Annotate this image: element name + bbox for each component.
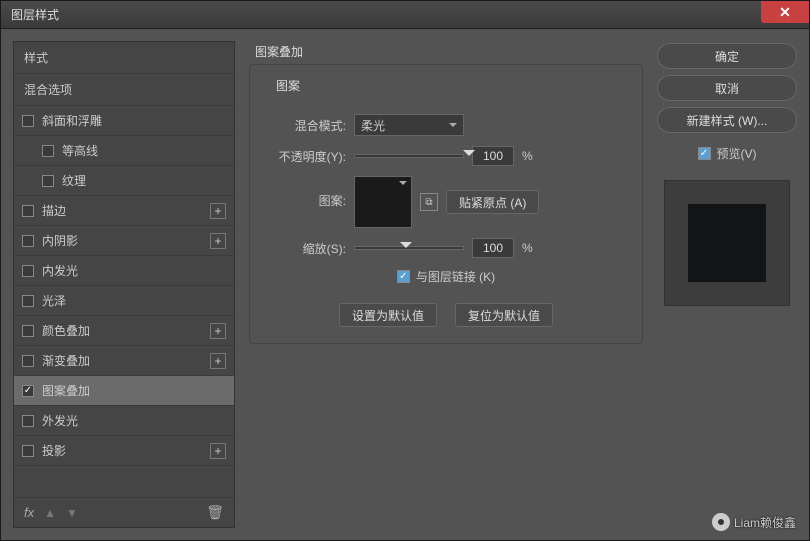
default-buttons-row: 设置为默认值 复位为默认值 xyxy=(266,303,626,327)
titlebar: 图层样式 ✕ xyxy=(1,1,809,29)
sidebar-item-7[interactable]: 颜色叠加 + xyxy=(14,316,234,346)
effect-checkbox[interactable] xyxy=(22,325,34,337)
opacity-knob[interactable] xyxy=(463,150,475,162)
arrow-up-icon[interactable]: ▲ xyxy=(44,506,56,520)
scale-unit: % xyxy=(522,241,533,255)
preview-row: 预览(V) xyxy=(657,145,797,162)
watermark: Liam赖俊鑫 xyxy=(712,513,796,531)
sidebar-item-0[interactable]: 斜面和浮雕 xyxy=(14,106,234,136)
preview-checkbox[interactable] xyxy=(698,147,711,160)
watermark-text: Liam赖俊鑫 xyxy=(734,514,796,531)
blend-mode-value: 柔光 xyxy=(361,117,385,134)
effect-checkbox[interactable] xyxy=(42,175,54,187)
effect-label: 纹理 xyxy=(62,172,86,189)
blend-mode-label: 混合模式: xyxy=(266,117,346,134)
window-title: 图层样式 xyxy=(11,6,59,23)
effect-checkbox[interactable] xyxy=(22,355,34,367)
sidebar-item-6[interactable]: 光泽 xyxy=(14,286,234,316)
preview-swatch xyxy=(688,204,766,282)
panel-title: 图案叠加 xyxy=(255,43,643,60)
effect-checkbox[interactable] xyxy=(42,145,54,157)
sidebar-header-styles[interactable]: 样式 xyxy=(14,42,234,74)
dialog-body: 样式 混合选项 斜面和浮雕等高线纹理描边 + 内阴影 + 内发光光泽颜色叠加 + 渐变叠加 +… xyxy=(1,29,809,540)
scale-label: 缩放(S): xyxy=(266,240,346,257)
effect-label: 投影 xyxy=(42,442,66,459)
opacity-row: 不透明度(Y): 100 % xyxy=(266,146,626,166)
sidebar-item-1[interactable]: 等高线 xyxy=(14,136,234,166)
effect-label: 内阴影 xyxy=(42,232,78,249)
effect-label: 斜面和浮雕 xyxy=(42,112,102,129)
cancel-button[interactable]: 取消 xyxy=(657,75,797,101)
effect-checkbox[interactable] xyxy=(22,235,34,247)
sidebar-footer: fx ▲ ▼ 🗑 xyxy=(14,497,234,527)
add-effect-icon[interactable]: + xyxy=(210,233,226,249)
fieldset-legend: 图案 xyxy=(272,77,304,94)
opacity-unit: % xyxy=(522,149,533,163)
effect-checkbox[interactable] xyxy=(22,295,34,307)
add-effect-icon[interactable]: + xyxy=(210,323,226,339)
add-effect-icon[interactable]: + xyxy=(210,353,226,369)
effect-label: 颜色叠加 xyxy=(42,322,90,339)
effect-label: 渐变叠加 xyxy=(42,352,90,369)
sidebar-item-11[interactable]: 投影 + xyxy=(14,436,234,466)
sidebar-item-8[interactable]: 渐变叠加 + xyxy=(14,346,234,376)
trash-icon[interactable]: 🗑 xyxy=(206,504,224,521)
blend-mode-select[interactable]: 柔光 xyxy=(354,114,464,136)
effect-checkbox[interactable] xyxy=(22,265,34,277)
effect-label: 内发光 xyxy=(42,262,78,279)
link-row: 与图层链接 (K) xyxy=(266,268,626,285)
center-panel: 图案叠加 图案 混合模式: 柔光 不透明度(Y): 100 % 图案: xyxy=(235,41,657,528)
blend-mode-row: 混合模式: 柔光 xyxy=(266,114,626,136)
effect-label: 光泽 xyxy=(42,292,66,309)
effect-label: 图案叠加 xyxy=(42,382,90,399)
set-default-button[interactable]: 设置为默认值 xyxy=(339,303,437,327)
add-effect-icon[interactable]: + xyxy=(210,203,226,219)
fx-menu-icon[interactable]: fx xyxy=(24,505,34,520)
close-button[interactable]: ✕ xyxy=(761,1,809,23)
layer-style-dialog: 图层样式 ✕ 样式 混合选项 斜面和浮雕等高线纹理描边 + 内阴影 + 内发光光泽颜色叠… xyxy=(0,0,810,541)
effect-label: 外发光 xyxy=(42,412,78,429)
create-pattern-icon[interactable]: ⧉ xyxy=(420,193,438,211)
weibo-icon xyxy=(712,513,730,531)
sidebar-header-blending[interactable]: 混合选项 xyxy=(14,74,234,106)
scale-slider[interactable] xyxy=(354,246,464,250)
effect-checkbox[interactable] xyxy=(22,385,34,397)
effect-label: 等高线 xyxy=(62,142,98,159)
effects-sidebar: 样式 混合选项 斜面和浮雕等高线纹理描边 + 内阴影 + 内发光光泽颜色叠加 + 渐变叠加 +… xyxy=(13,41,235,528)
scale-row: 缩放(S): 100 % xyxy=(266,238,626,258)
sidebar-item-2[interactable]: 纹理 xyxy=(14,166,234,196)
effect-checkbox[interactable] xyxy=(22,115,34,127)
link-label: 与图层链接 (K) xyxy=(416,268,495,285)
sidebar-item-5[interactable]: 内发光 xyxy=(14,256,234,286)
pattern-swatch[interactable] xyxy=(354,176,412,228)
effect-checkbox[interactable] xyxy=(22,445,34,457)
sidebar-item-3[interactable]: 描边 + xyxy=(14,196,234,226)
pattern-label: 图案: xyxy=(266,176,346,209)
right-panel: 确定 取消 新建样式 (W)... 预览(V) xyxy=(657,41,797,528)
ok-button[interactable]: 确定 xyxy=(657,43,797,69)
reset-default-button[interactable]: 复位为默认值 xyxy=(455,303,553,327)
sidebar-item-4[interactable]: 内阴影 + xyxy=(14,226,234,256)
opacity-slider[interactable] xyxy=(354,154,464,158)
scale-input[interactable]: 100 xyxy=(472,238,514,258)
preview-label: 预览(V) xyxy=(717,145,757,162)
effect-label: 描边 xyxy=(42,202,66,219)
effect-checkbox[interactable] xyxy=(22,205,34,217)
scale-knob[interactable] xyxy=(400,242,412,254)
opacity-input[interactable]: 100 xyxy=(472,146,514,166)
arrow-down-icon[interactable]: ▼ xyxy=(66,506,78,520)
pattern-row: 图案: ⧉ 贴紧原点 (A) xyxy=(266,176,626,228)
preview-box xyxy=(664,180,790,306)
add-effect-icon[interactable]: + xyxy=(210,443,226,459)
pattern-fieldset: 图案 混合模式: 柔光 不透明度(Y): 100 % 图案: ⧉ xyxy=(249,64,643,344)
new-style-button[interactable]: 新建样式 (W)... xyxy=(657,107,797,133)
link-checkbox[interactable] xyxy=(397,270,410,283)
snap-origin-button[interactable]: 贴紧原点 (A) xyxy=(446,190,539,214)
sidebar-item-10[interactable]: 外发光 xyxy=(14,406,234,436)
opacity-label: 不透明度(Y): xyxy=(266,148,346,165)
sidebar-item-9[interactable]: 图案叠加 xyxy=(14,376,234,406)
effect-checkbox[interactable] xyxy=(22,415,34,427)
